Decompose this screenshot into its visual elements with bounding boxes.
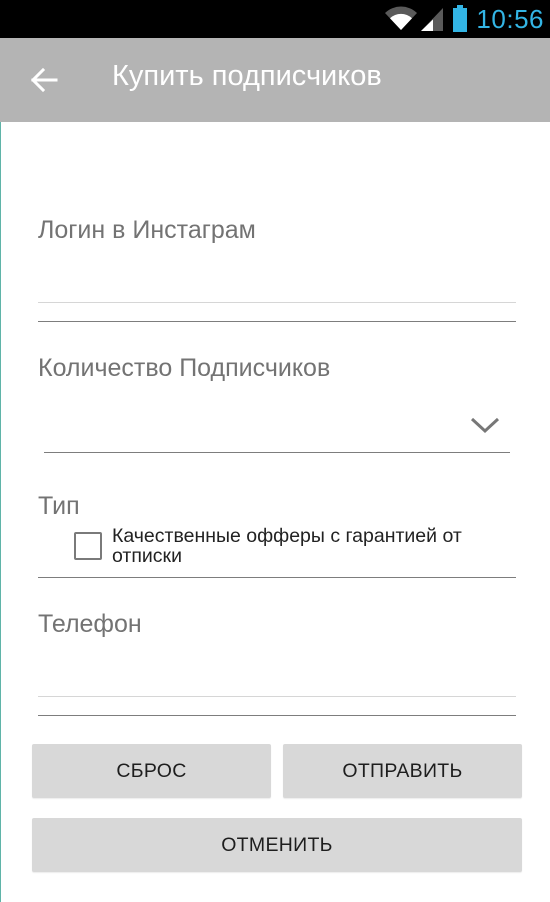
status-time: 10:56 xyxy=(476,3,544,34)
checkbox-box[interactable] xyxy=(74,532,102,560)
app-bar: Купить подписчиков xyxy=(0,38,550,122)
battery-icon xyxy=(453,5,468,32)
checkbox-label: Качественные офферы с гарантией от отпис… xyxy=(112,525,462,567)
cancel-button[interactable]: ОТМЕНИТЬ xyxy=(32,818,522,872)
phone-input[interactable] xyxy=(38,654,516,694)
status-bar: 10:56 xyxy=(0,0,550,38)
signal-icon xyxy=(421,8,444,31)
type-label: Тип xyxy=(38,492,80,520)
followers-count-underline xyxy=(44,452,510,453)
divider xyxy=(38,715,516,716)
wifi-icon xyxy=(385,6,418,30)
login-underline xyxy=(38,302,516,303)
login-label: Логин в Инстаграм xyxy=(38,216,256,244)
divider xyxy=(38,577,516,578)
phone-underline xyxy=(38,696,516,697)
submit-button[interactable]: ОТПРАВИТЬ xyxy=(283,744,522,798)
status-icons: 10:56 xyxy=(384,0,544,38)
divider xyxy=(38,321,516,322)
back-button[interactable] xyxy=(22,58,66,102)
login-input[interactable] xyxy=(38,260,516,300)
followers-count-select[interactable] xyxy=(44,396,510,454)
phone-label: Телефон xyxy=(38,610,142,638)
quality-offers-checkbox[interactable]: Качественные офферы с гарантией от отпис… xyxy=(72,524,516,568)
followers-count-label: Количество Подписчиков xyxy=(38,354,331,382)
arrow-left-icon xyxy=(30,68,58,92)
page-title: Купить подписчиков xyxy=(112,60,382,92)
reset-button[interactable]: СБРОС xyxy=(32,744,271,798)
chevron-down-icon xyxy=(470,417,500,434)
screen-edge xyxy=(0,122,1,902)
